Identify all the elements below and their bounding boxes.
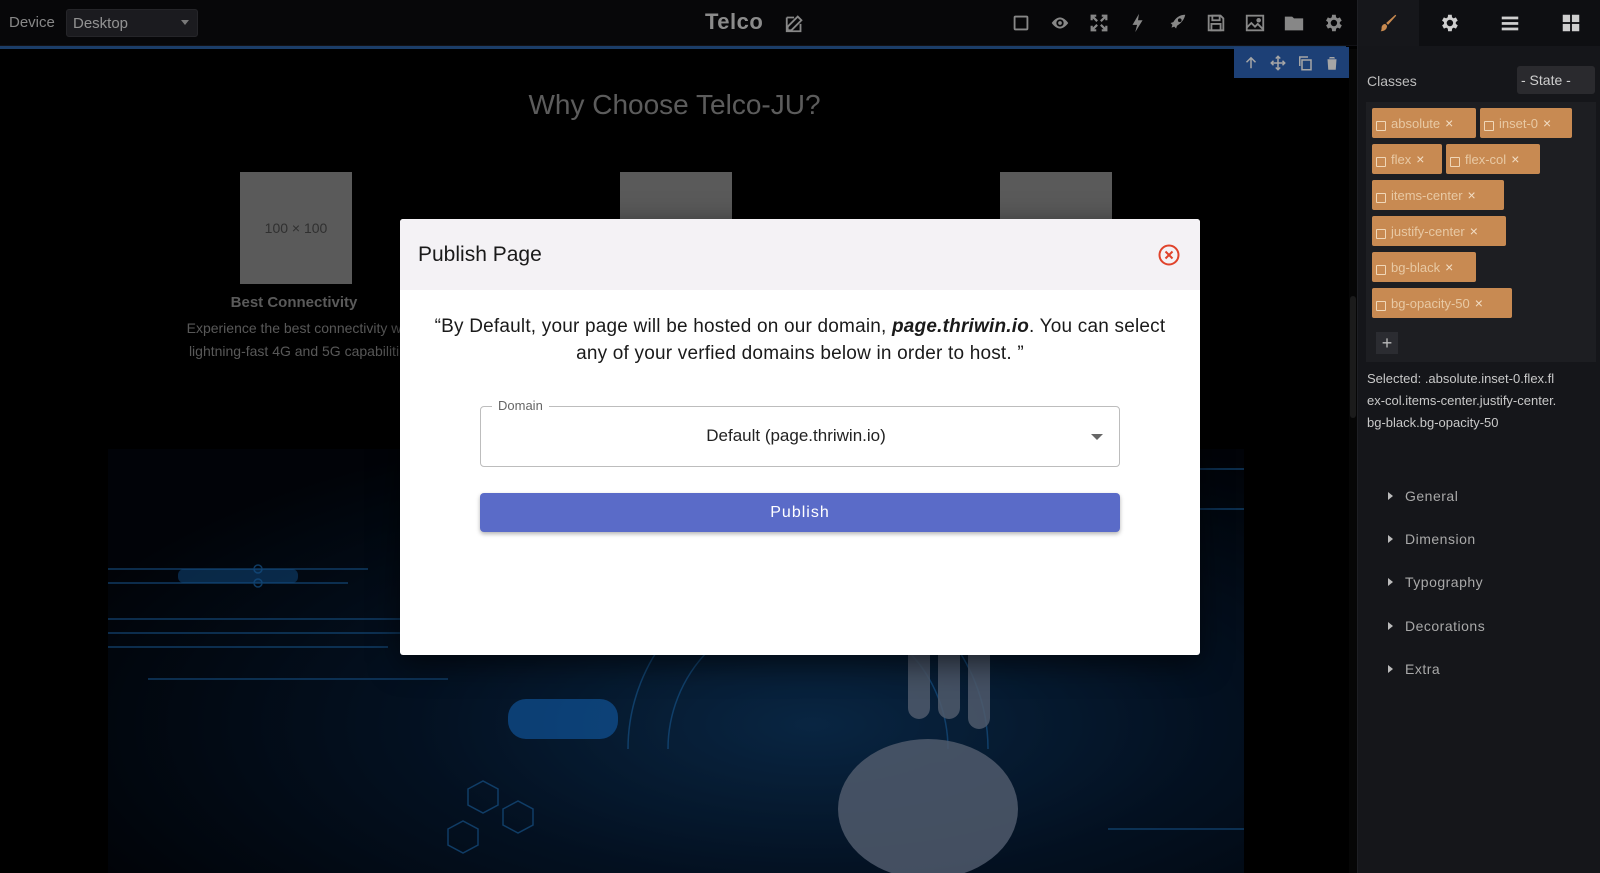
modal-title: Publish Page [418, 243, 542, 266]
section-extra[interactable]: Extra [1388, 661, 1440, 677]
section-general[interactable]: General [1388, 488, 1458, 504]
class-tag-label: bg-black [1391, 259, 1441, 275]
close-icon[interactable] [1157, 243, 1181, 267]
checkbox-icon[interactable] [1376, 193, 1386, 203]
class-tag-label: flex-col [1465, 151, 1507, 167]
domain-select-value: Default (page.thriwin.io) [706, 426, 886, 445]
checkbox-icon[interactable] [1376, 229, 1386, 239]
caret-right-icon [1388, 578, 1393, 586]
class-tag[interactable]: justify-center × [1372, 216, 1506, 246]
close-icon[interactable]: × [1445, 115, 1453, 131]
close-icon[interactable]: × [1470, 223, 1478, 239]
blocks-icon[interactable] [1540, 0, 1600, 46]
checkbox-icon[interactable] [1376, 157, 1386, 167]
checkbox-icon[interactable] [1376, 121, 1386, 131]
message-domain: page.thriwin.io [891, 316, 1030, 337]
close-icon[interactable]: × [1445, 259, 1453, 275]
style-manager-panel: Classes - State - absolute × inset-0 × fle… [1357, 0, 1600, 873]
menu-icon[interactable] [1480, 0, 1541, 46]
gear-icon[interactable] [1419, 0, 1480, 46]
selected-selector: Selected: .absolute.inset-0.flex.flex-co… [1367, 371, 1557, 430]
class-tag-label: bg-opacity-50 [1391, 295, 1470, 311]
classes-label: Classes [1367, 73, 1417, 89]
message-text: “By Default, your page will be hosted on… [434, 316, 892, 337]
caret-right-icon [1388, 622, 1393, 630]
close-icon[interactable]: × [1475, 295, 1483, 311]
class-tag[interactable]: bg-opacity-50 × [1372, 288, 1512, 318]
close-icon[interactable]: × [1543, 115, 1551, 131]
section-decorations[interactable]: Decorations [1388, 618, 1485, 634]
domain-select[interactable]: Domain Default (page.thriwin.io) [480, 398, 1120, 467]
class-tag-label: absolute [1391, 115, 1441, 131]
modal-message: “By Default, your page will be hosted on… [420, 313, 1180, 367]
checkbox-icon[interactable] [1484, 121, 1494, 131]
caret-right-icon [1388, 492, 1393, 500]
panel-tabs [1358, 0, 1600, 46]
caret-right-icon [1388, 535, 1393, 543]
class-tag[interactable]: absolute × [1372, 108, 1476, 138]
publish-button[interactable]: Publish [480, 493, 1120, 532]
class-tag[interactable]: items-center × [1372, 180, 1504, 210]
caret-right-icon [1388, 665, 1393, 673]
classes-row: Classes - State - [1367, 66, 1595, 98]
state-select-value: - State - [1521, 72, 1571, 88]
domain-label: Domain [492, 398, 549, 413]
close-icon[interactable]: × [1511, 151, 1519, 167]
section-label: Extra [1405, 661, 1441, 677]
chevron-down-icon [1091, 434, 1103, 440]
class-tags: absolute × inset-0 × flex × flex-col × items… [1366, 102, 1596, 362]
publish-modal: Publish Page “By Default, your page will… [400, 219, 1200, 655]
close-icon[interactable]: × [1416, 151, 1424, 167]
class-tag[interactable]: bg-black × [1372, 252, 1476, 282]
class-tag-label: items-center [1391, 187, 1463, 203]
state-select[interactable]: - State - [1517, 66, 1595, 94]
section-label: General [1405, 488, 1459, 504]
class-tag-label: flex [1391, 151, 1412, 167]
add-class-button[interactable]: + [1376, 332, 1398, 354]
class-tag-label: inset-0 [1499, 115, 1539, 131]
section-typography[interactable]: Typography [1388, 574, 1483, 590]
checkbox-icon[interactable] [1376, 265, 1386, 275]
section-label: Typography [1405, 574, 1484, 590]
checkbox-icon[interactable] [1450, 157, 1460, 167]
class-tag-label: justify-center [1391, 223, 1465, 239]
class-tag[interactable]: flex × [1372, 144, 1442, 174]
close-icon[interactable]: × [1468, 187, 1476, 203]
paintbrush-icon[interactable] [1358, 0, 1419, 46]
section-label: Dimension [1405, 531, 1476, 547]
class-tag[interactable]: inset-0 × [1480, 108, 1572, 138]
checkbox-icon[interactable] [1376, 301, 1386, 311]
section-dimension[interactable]: Dimension [1388, 531, 1476, 547]
class-tag[interactable]: flex-col × [1446, 144, 1540, 174]
section-label: Decorations [1405, 618, 1486, 634]
modal-header: Publish Page [400, 219, 1200, 290]
